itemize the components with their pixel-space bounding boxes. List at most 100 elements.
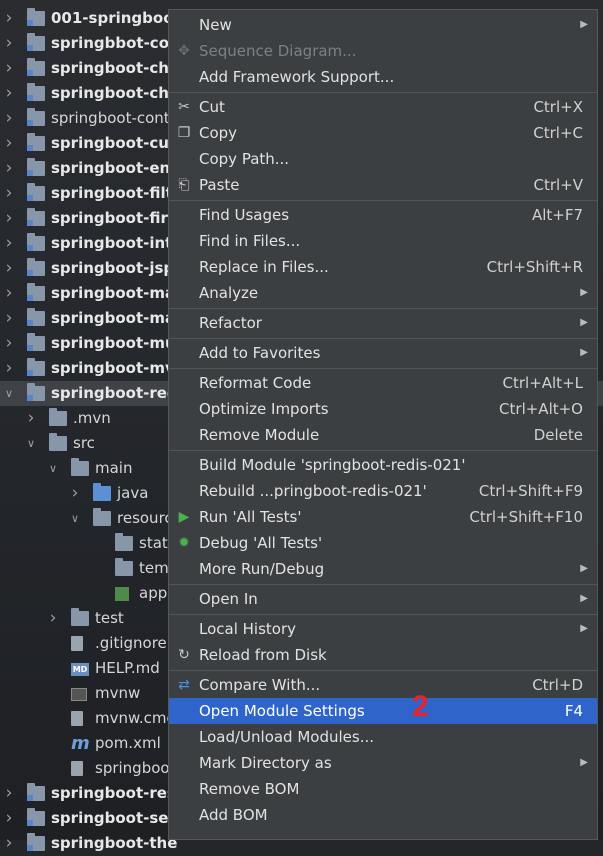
chevron-right-icon[interactable]: ›: [25, 406, 37, 431]
menu-item-refactor[interactable]: Refactor ▶: [169, 310, 597, 336]
submenu-arrow-icon: ▶: [580, 287, 588, 298]
tree-item-label: mvnw: [95, 684, 141, 702]
chevron-right-icon[interactable]: ›: [3, 106, 15, 131]
copy-icon: ❐: [177, 125, 191, 141]
module-folder-icon: [27, 783, 45, 801]
tree-item-label: mvnw.cmd: [95, 709, 177, 727]
chevron-right-icon[interactable]: ›: [3, 781, 15, 806]
menu-separator: [169, 670, 597, 671]
menu-item-replace-in-files[interactable]: Replace in Files... Ctrl+Shift+R: [169, 254, 597, 280]
menu-item-reload-from-disk[interactable]: ↻ Reload from Disk: [169, 642, 597, 668]
menu-item-add-framework-support[interactable]: Add Framework Support...: [169, 64, 597, 90]
module-folder-icon: [27, 258, 45, 276]
menu-item-optimize-imports[interactable]: Optimize Imports Ctrl+Alt+O: [169, 396, 597, 422]
menu-item-label: Local History: [199, 620, 297, 638]
menu-item-local-history[interactable]: Local History ▶: [169, 616, 597, 642]
chevron-right-icon[interactable]: ›: [3, 156, 15, 181]
chevron-right-icon[interactable]: ›: [3, 281, 15, 306]
tree-item-label: springboot-first: [51, 209, 184, 227]
menu-item-new[interactable]: New ▶: [169, 12, 597, 38]
menu-item-cut[interactable]: ✂ Cut Ctrl+X: [169, 94, 597, 120]
menu-item-label: Refactor: [199, 314, 262, 332]
chevron-right-icon[interactable]: ›: [3, 31, 15, 56]
menu-item-label: More Run/Debug: [199, 560, 325, 578]
menu-item-label: Find in Files...: [199, 232, 301, 250]
chevron-down-icon[interactable]: ∨: [25, 431, 37, 456]
tree-item-label: HELP.md: [95, 659, 160, 677]
menu-item-remove-module[interactable]: Remove Module Delete: [169, 422, 597, 448]
menu-item-rebuild-pringboot-redis-021[interactable]: Rebuild ...pringboot-redis-021' Ctrl+Shif…: [169, 478, 597, 504]
chevron-right-icon[interactable]: ›: [69, 481, 81, 506]
tree-item-label: springboot-env: [51, 159, 180, 177]
menu-item-open-module-settings[interactable]: Open Module Settings F4: [169, 698, 597, 724]
chevron-down-icon[interactable]: ∨: [3, 381, 15, 406]
chevron-right-icon[interactable]: ›: [3, 56, 15, 81]
chevron-right-icon[interactable]: ›: [3, 806, 15, 831]
menu-item-find-usages[interactable]: Find Usages Alt+F7: [169, 202, 597, 228]
menu-item-shortcut: Ctrl+Alt+O: [499, 400, 583, 418]
menu-item-label: Sequence Diagram...: [199, 42, 357, 60]
menu-item-shortcut: Ctrl+Shift+R: [486, 258, 583, 276]
submenu-arrow-icon: ▶: [580, 347, 588, 358]
folder-icon: [71, 608, 89, 626]
menu-item-compare-with[interactable]: ⇄ Compare With... Ctrl+D: [169, 672, 597, 698]
module-folder-icon: [27, 208, 45, 226]
tree-item-label: springboot-filte: [51, 184, 183, 202]
menu-item-remove-bom[interactable]: Remove BOM: [169, 776, 597, 802]
folder-icon: [115, 558, 133, 576]
menu-item-shortcut: Ctrl+X: [533, 98, 583, 116]
menu-item-debug-all-tests[interactable]: ✹ Debug 'All Tests': [169, 530, 597, 556]
menu-item-run-all-tests[interactable]: ▶ Run 'All Tests' Ctrl+Shift+F10: [169, 504, 597, 530]
menu-item-label: Cut: [199, 98, 225, 116]
menu-item-add-bom[interactable]: Add BOM: [169, 802, 597, 828]
chevron-right-icon[interactable]: ›: [3, 331, 15, 356]
chevron-right-icon[interactable]: ›: [3, 256, 15, 281]
chevron-right-icon[interactable]: ›: [3, 306, 15, 331]
chevron-right-icon[interactable]: ›: [3, 181, 15, 206]
module-folder-icon: [27, 383, 45, 401]
menu-item-more-run-debug[interactable]: More Run/Debug ▶: [169, 556, 597, 582]
menu-item-load-unload-modules[interactable]: Load/Unload Modules...: [169, 724, 597, 750]
menu-item-label: Reformat Code: [199, 374, 312, 392]
chevron-down-icon[interactable]: ∨: [69, 506, 81, 531]
chevron-down-icon[interactable]: ∨: [47, 456, 59, 481]
menu-separator: [169, 92, 597, 93]
menu-item-label: Add to Favorites: [199, 344, 321, 362]
menu-item-shortcut: F4: [564, 702, 583, 720]
menu-item-copy[interactable]: ❐ Copy Ctrl+C: [169, 120, 597, 146]
chevron-right-icon[interactable]: ›: [3, 206, 15, 231]
chevron-right-icon[interactable]: ›: [47, 606, 59, 631]
menu-item-build-module-springboot-redis-021[interactable]: Build Module 'springboot-redis-021': [169, 452, 597, 478]
folder-icon: [115, 533, 133, 551]
menu-item-analyze[interactable]: Analyze ▶: [169, 280, 597, 306]
menu-item-reformat-code[interactable]: Reformat Code Ctrl+Alt+L: [169, 370, 597, 396]
chevron-right-icon[interactable]: ›: [3, 831, 15, 856]
menu-item-mark-directory-as[interactable]: Mark Directory as ▶: [169, 750, 597, 776]
menu-item-label: Replace in Files...: [199, 258, 329, 276]
chevron-right-icon[interactable]: ›: [3, 131, 15, 156]
menu-item-find-in-files[interactable]: Find in Files...: [169, 228, 597, 254]
menu-item-shortcut: Alt+F7: [531, 206, 583, 224]
menu-item-add-to-favorites[interactable]: Add to Favorites ▶: [169, 340, 597, 366]
tree-item-label: springboot-redi: [51, 384, 183, 402]
chevron-right-icon[interactable]: ›: [3, 81, 15, 106]
submenu-arrow-icon: ▶: [580, 757, 588, 768]
chevron-right-icon[interactable]: ›: [3, 231, 15, 256]
tree-item-label: springboot-cha: [51, 59, 180, 77]
menu-separator: [169, 450, 597, 451]
chevron-right-icon[interactable]: ›: [3, 356, 15, 381]
tree-item-label: springboot-serv: [51, 809, 186, 827]
compare-icon: ⇄: [178, 677, 190, 693]
menu-item-label: Rebuild ...pringboot-redis-021': [199, 482, 427, 500]
menu-item-copy-path[interactable]: Copy Path...: [169, 146, 597, 172]
menu-item-paste[interactable]: ⎗ Paste Ctrl+V: [169, 172, 597, 198]
menu-item-open-in[interactable]: Open In ▶: [169, 586, 597, 612]
tree-item-label: java: [117, 484, 149, 502]
menu-item-label: Optimize Imports: [199, 400, 329, 418]
sequence-diagram-icon: ✥: [178, 43, 190, 59]
module-folder-icon: [27, 108, 45, 126]
tree-item-label: springbbot-con: [51, 34, 180, 52]
chevron-right-icon[interactable]: ›: [3, 6, 15, 31]
tree-item-label: pom.xml: [95, 734, 161, 752]
module-folder-icon: [27, 83, 45, 101]
